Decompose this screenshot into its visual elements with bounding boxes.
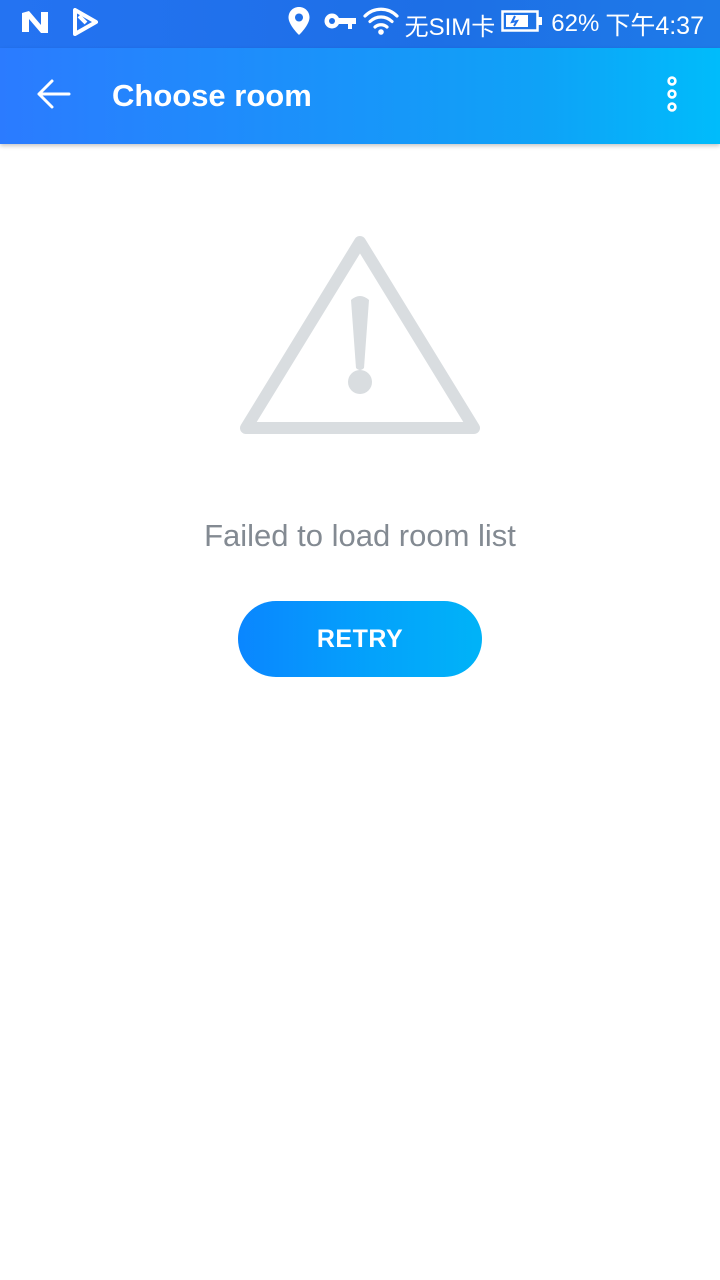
- carrier-text: 无SIM卡: [404, 13, 496, 41]
- clock: 下午4:37: [605, 12, 704, 40]
- wifi-icon: [363, 6, 399, 43]
- back-button[interactable]: [26, 68, 82, 124]
- location-icon: [287, 6, 311, 43]
- battery-percent: 62%: [551, 10, 600, 37]
- play-store-icon: [72, 7, 98, 41]
- page-title: Choose room: [112, 78, 312, 113]
- retry-button[interactable]: RETRY: [238, 601, 482, 677]
- error-message: Failed to load room list: [204, 518, 516, 553]
- vpn-key-icon: [323, 10, 357, 39]
- more-options-button[interactable]: [644, 68, 700, 124]
- status-bar-notifications: [20, 7, 98, 41]
- status-bar-system: 无SIM卡 62% 下午4:37: [287, 0, 704, 48]
- battery-icon: [501, 9, 543, 39]
- n-notification-icon: [20, 9, 50, 40]
- arrow-back-icon: [36, 78, 72, 115]
- more-vert-icon: [665, 75, 679, 117]
- status-bar: 无SIM卡 62% 下午4:37: [0, 0, 720, 48]
- warning-icon: [236, 234, 484, 436]
- app-bar: Choose room: [0, 48, 720, 144]
